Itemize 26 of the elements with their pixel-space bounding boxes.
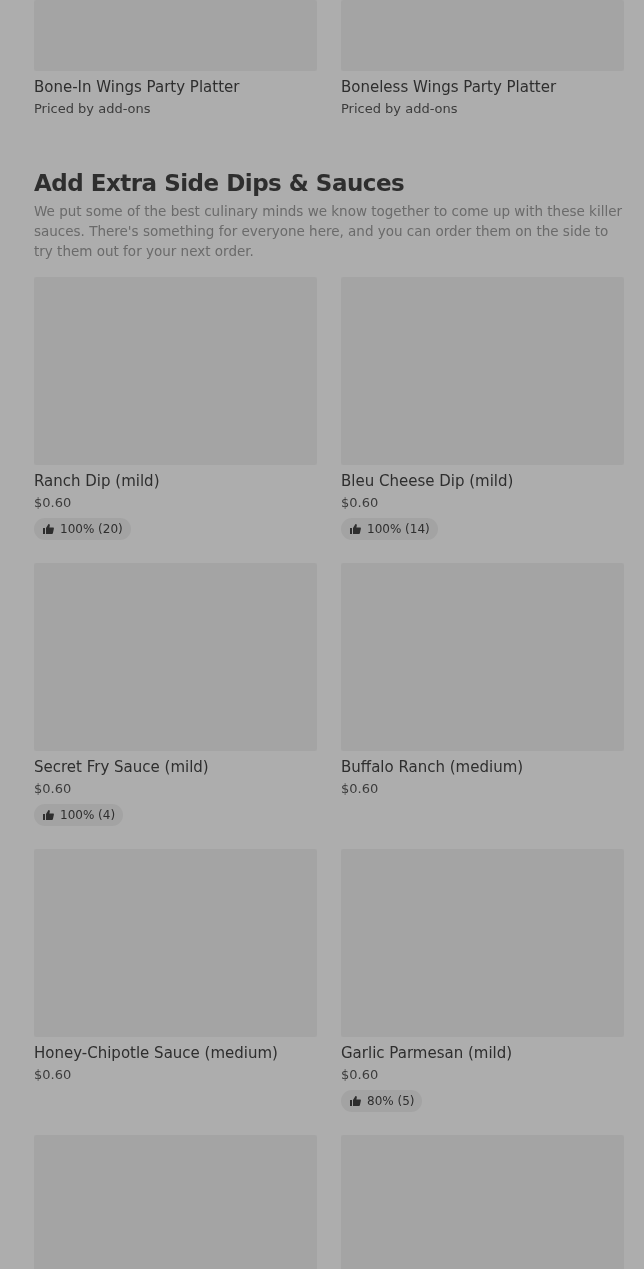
- item-title: Bleu Cheese Dip (mild): [341, 471, 515, 491]
- item-subtitle: Priced by add-ons: [341, 100, 459, 118]
- item-title: Buffalo Ranch (medium): [341, 757, 525, 777]
- item-title: Bone-In Wings Party Platter: [34, 77, 241, 97]
- item-title: Secret Fry Sauce (mild): [34, 757, 210, 777]
- item-price: $0.60: [34, 1066, 73, 1084]
- thumbs-up-icon: [349, 1095, 361, 1107]
- item-price: $0.60: [341, 494, 380, 512]
- thumbs-up-icon: [42, 523, 54, 535]
- rating-badge: 100% (14): [341, 518, 438, 540]
- item-price: $0.60: [34, 780, 73, 798]
- item-title: Ranch Dip (mild): [34, 471, 161, 491]
- rating-badge: 100% (20): [34, 518, 131, 540]
- thumbs-up-icon: [42, 809, 54, 821]
- item-subtitle: Priced by add-ons: [34, 100, 152, 118]
- item-price: $0.60: [341, 780, 380, 798]
- section-description: We put some of the best culinary minds we know together to come up with these killer sauces. There's something for everyone here, and you can order them on the side to try them out for your next order.: [34, 202, 623, 261]
- item-title: Honey-Chipotle Sauce (medium): [34, 1043, 279, 1063]
- rating-badge: 100% (4): [34, 804, 124, 826]
- section-heading: Add Extra Side Dips & Sauces: [34, 169, 406, 198]
- item-title: Boneless Wings Party Platter: [341, 77, 558, 97]
- thumbs-up-icon: [349, 523, 361, 535]
- item-price: $0.60: [341, 1066, 380, 1084]
- item-title: Garlic Parmesan (mild): [341, 1043, 514, 1063]
- item-price: $0.60: [34, 494, 73, 512]
- rating-badge: 80% (5): [341, 1090, 423, 1112]
